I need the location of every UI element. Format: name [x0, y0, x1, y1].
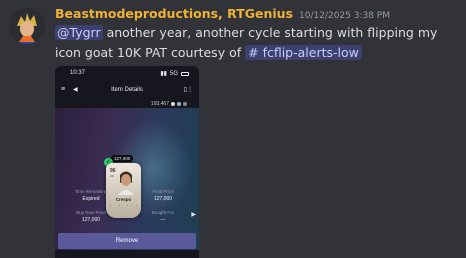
buy-now-value: 127,000: [81, 217, 101, 223]
final-price-label: Final Price: [152, 189, 174, 194]
remove-button[interactable]: Remove: [58, 233, 196, 249]
user-avatar[interactable]: [9, 8, 45, 44]
coin-icon: [171, 102, 175, 106]
image-attachment[interactable]: 10:37 ▮▮ 5G ≡ ◀ Item Details ▯⋮ 193,467 …: [55, 66, 199, 258]
card-stats: ▪ ▪ ▪ ▪: [110, 204, 137, 207]
bought-for: Bought For ---: [127, 210, 199, 223]
time-remaining-value: Expired: [82, 196, 100, 202]
points-icon: [177, 102, 181, 106]
time-remaining: Time Remaining Expired: [55, 189, 127, 202]
message-header: Beastmodeproductions, RTGenius 10/12/202…: [55, 6, 390, 21]
card-stat: ▪: [136, 204, 137, 207]
final-price: Final Price 127,000: [127, 189, 199, 202]
card-position: CF: [110, 174, 114, 178]
phone-status-bar: 10:37 ▮▮ 5G: [55, 66, 199, 80]
item-hero: 127,000 ✓ 96 CF Crespo ▪ ▪ ▪ ▪ ▶: [55, 108, 199, 250]
username[interactable]: Beastmodeproductions, RTGenius: [55, 6, 293, 21]
network-label: 5G: [169, 70, 178, 77]
app-bar: ≡ ◀ Item Details ▯⋮: [55, 84, 199, 98]
battery-icon: [181, 71, 189, 76]
channel-hash-icon: #: [248, 45, 259, 60]
message-content: @Tygrr another year, another cycle start…: [55, 23, 460, 63]
card-stat: ▪: [110, 204, 111, 207]
card-stat: ▪: [118, 204, 120, 207]
signal-icon: ▮▮: [160, 71, 167, 77]
bought-for-value: ---: [160, 217, 166, 223]
bought-for-label: Bought For: [151, 210, 175, 215]
avatar-image: [9, 8, 45, 44]
time-remaining-label: Time Remaining: [74, 189, 108, 194]
status-time: 10:37: [70, 70, 86, 76]
coin-amount: 193,467: [150, 101, 169, 107]
message-timestamp: 10/12/2025 3:38 PM: [299, 11, 390, 21]
sp-icon: [183, 102, 187, 106]
status-icons: ▮▮ 5G: [160, 70, 189, 77]
app-bar-title: Item Details: [111, 87, 143, 93]
buy-now-price: Buy Now Price 127,000: [55, 210, 127, 223]
card-stat: ▪: [127, 204, 129, 207]
final-price-value: 127,000: [153, 196, 173, 202]
price-chip: 127,000: [111, 155, 134, 162]
channel-mention[interactable]: # fcflip-alerts-low: [245, 45, 362, 60]
buy-now-label: Buy Now Price: [76, 210, 106, 215]
coin-balance: 193,467: [151, 101, 187, 107]
user-mention[interactable]: @Tygrr: [55, 25, 103, 40]
channel-name: fcflip-alerts-low: [262, 45, 359, 60]
options-icon: ▯⋮: [183, 87, 193, 93]
